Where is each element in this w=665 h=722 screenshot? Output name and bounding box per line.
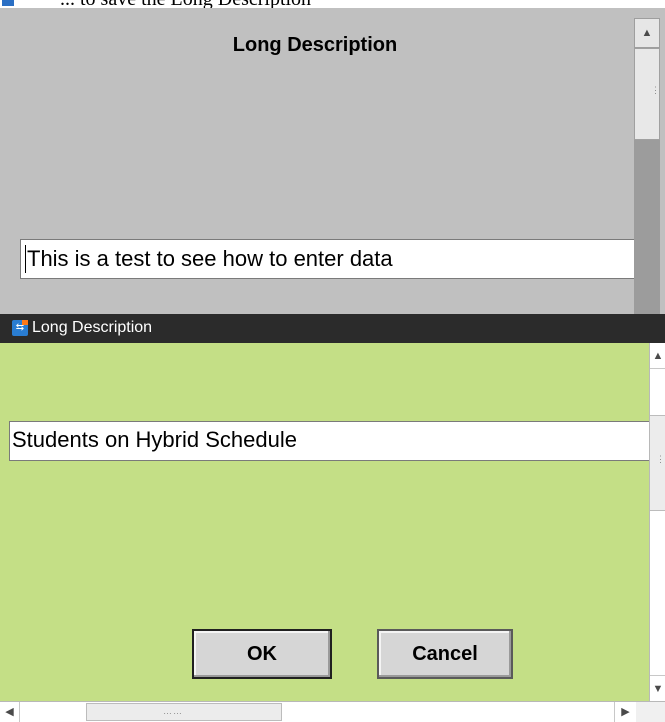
scroll-right-arrow-icon[interactable]: ▶ (614, 702, 636, 722)
scroll-up-arrow-icon[interactable]: ▲ (650, 343, 665, 369)
grip-icon: ⋮ (651, 85, 661, 95)
scroll-left-arrow-icon[interactable]: ◀ (0, 702, 20, 722)
cancel-button-label: Cancel (412, 643, 478, 665)
top-caption-text: ... to save the Long Description (60, 0, 311, 8)
upper-vertical-scrollbar[interactable]: ▲ ⋮ (634, 18, 660, 314)
ok-button[interactable]: OK (192, 629, 332, 679)
lower-long-description-panel: Students on Hybrid Schedule OK Cancel ▲ … (0, 343, 665, 701)
scrollbar-corner (636, 702, 665, 722)
lower-window-title: Long Description (32, 319, 153, 336)
grip-icon: …… (163, 706, 183, 716)
scroll-down-arrow-icon[interactable]: ▼ (650, 675, 665, 701)
upper-scroll-thumb[interactable]: ⋮ (634, 48, 660, 140)
horizontal-scrollbar[interactable]: ◀ …… ▶ (0, 701, 665, 722)
document-icon (2, 0, 14, 6)
grip-icon: ⋮ (656, 454, 665, 464)
lower-window-titlebar[interactable]: ⇆ Long Description (0, 314, 665, 343)
upper-panel-title: Long Description (232, 34, 398, 56)
app-icon: ⇆ (12, 320, 28, 336)
upper-long-description-panel: Long Description This is a test to see h… (0, 8, 665, 314)
upper-long-description-input[interactable]: This is a test to see how to enter data (20, 239, 634, 279)
lower-vertical-scrollbar[interactable]: ▲ ⋮ ▼ (649, 343, 665, 701)
scroll-up-arrow-icon[interactable]: ▲ (634, 18, 660, 48)
top-caption: ... to save the Long Description (0, 0, 665, 8)
lower-long-description-input[interactable]: Students on Hybrid Schedule (9, 421, 649, 461)
cancel-button[interactable]: Cancel (377, 629, 513, 679)
horizontal-scroll-thumb[interactable]: …… (86, 703, 282, 721)
lower-scroll-thumb[interactable]: ⋮ (650, 415, 665, 511)
